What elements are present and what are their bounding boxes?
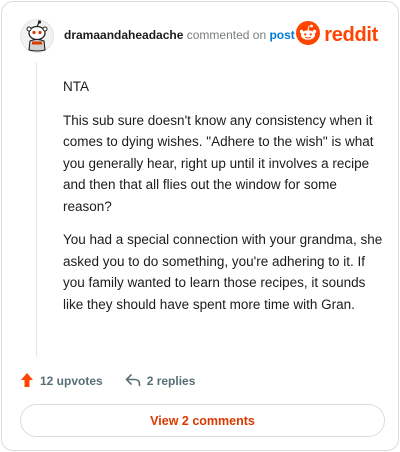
- comment-header: dramaandaheadache commented on post redd: [20, 19, 384, 53]
- upvote-button[interactable]: 12 upvotes: [20, 372, 103, 391]
- comment-paragraph: This sub sure doesn't know any consisten…: [63, 112, 374, 214]
- username-link[interactable]: dramaandaheadache: [64, 28, 183, 42]
- upvote-count: 12 upvotes: [40, 374, 103, 388]
- comment-card: dramaandaheadache commented on post redd: [1, 1, 399, 451]
- reddit-logo-icon: [296, 20, 321, 50]
- snoo-avatar-icon[interactable]: [20, 19, 54, 53]
- replies-button[interactable]: 2 replies: [125, 373, 196, 390]
- view-comments-button[interactable]: View 2 comments: [20, 404, 385, 437]
- comment-actions: 12 upvotes 2 replies: [20, 371, 217, 391]
- post-link[interactable]: post: [269, 28, 294, 42]
- comment-body: NTA This sub sure doesn't know any consi…: [63, 76, 383, 327]
- replies-count: 2 replies: [146, 374, 196, 388]
- thread-line[interactable]: [36, 62, 37, 357]
- reddit-brand[interactable]: reddit: [296, 20, 378, 50]
- comment-meta: dramaandaheadache commented on post: [64, 28, 295, 42]
- reply-arrow-icon: [125, 373, 147, 390]
- commented-on-text: commented on: [186, 28, 267, 42]
- comment-paragraph: You had a special connection with your g…: [63, 232, 383, 312]
- comment-paragraph: NTA: [63, 79, 89, 94]
- upvote-arrow-icon: [20, 372, 40, 391]
- reddit-wordmark: reddit: [324, 23, 378, 46]
